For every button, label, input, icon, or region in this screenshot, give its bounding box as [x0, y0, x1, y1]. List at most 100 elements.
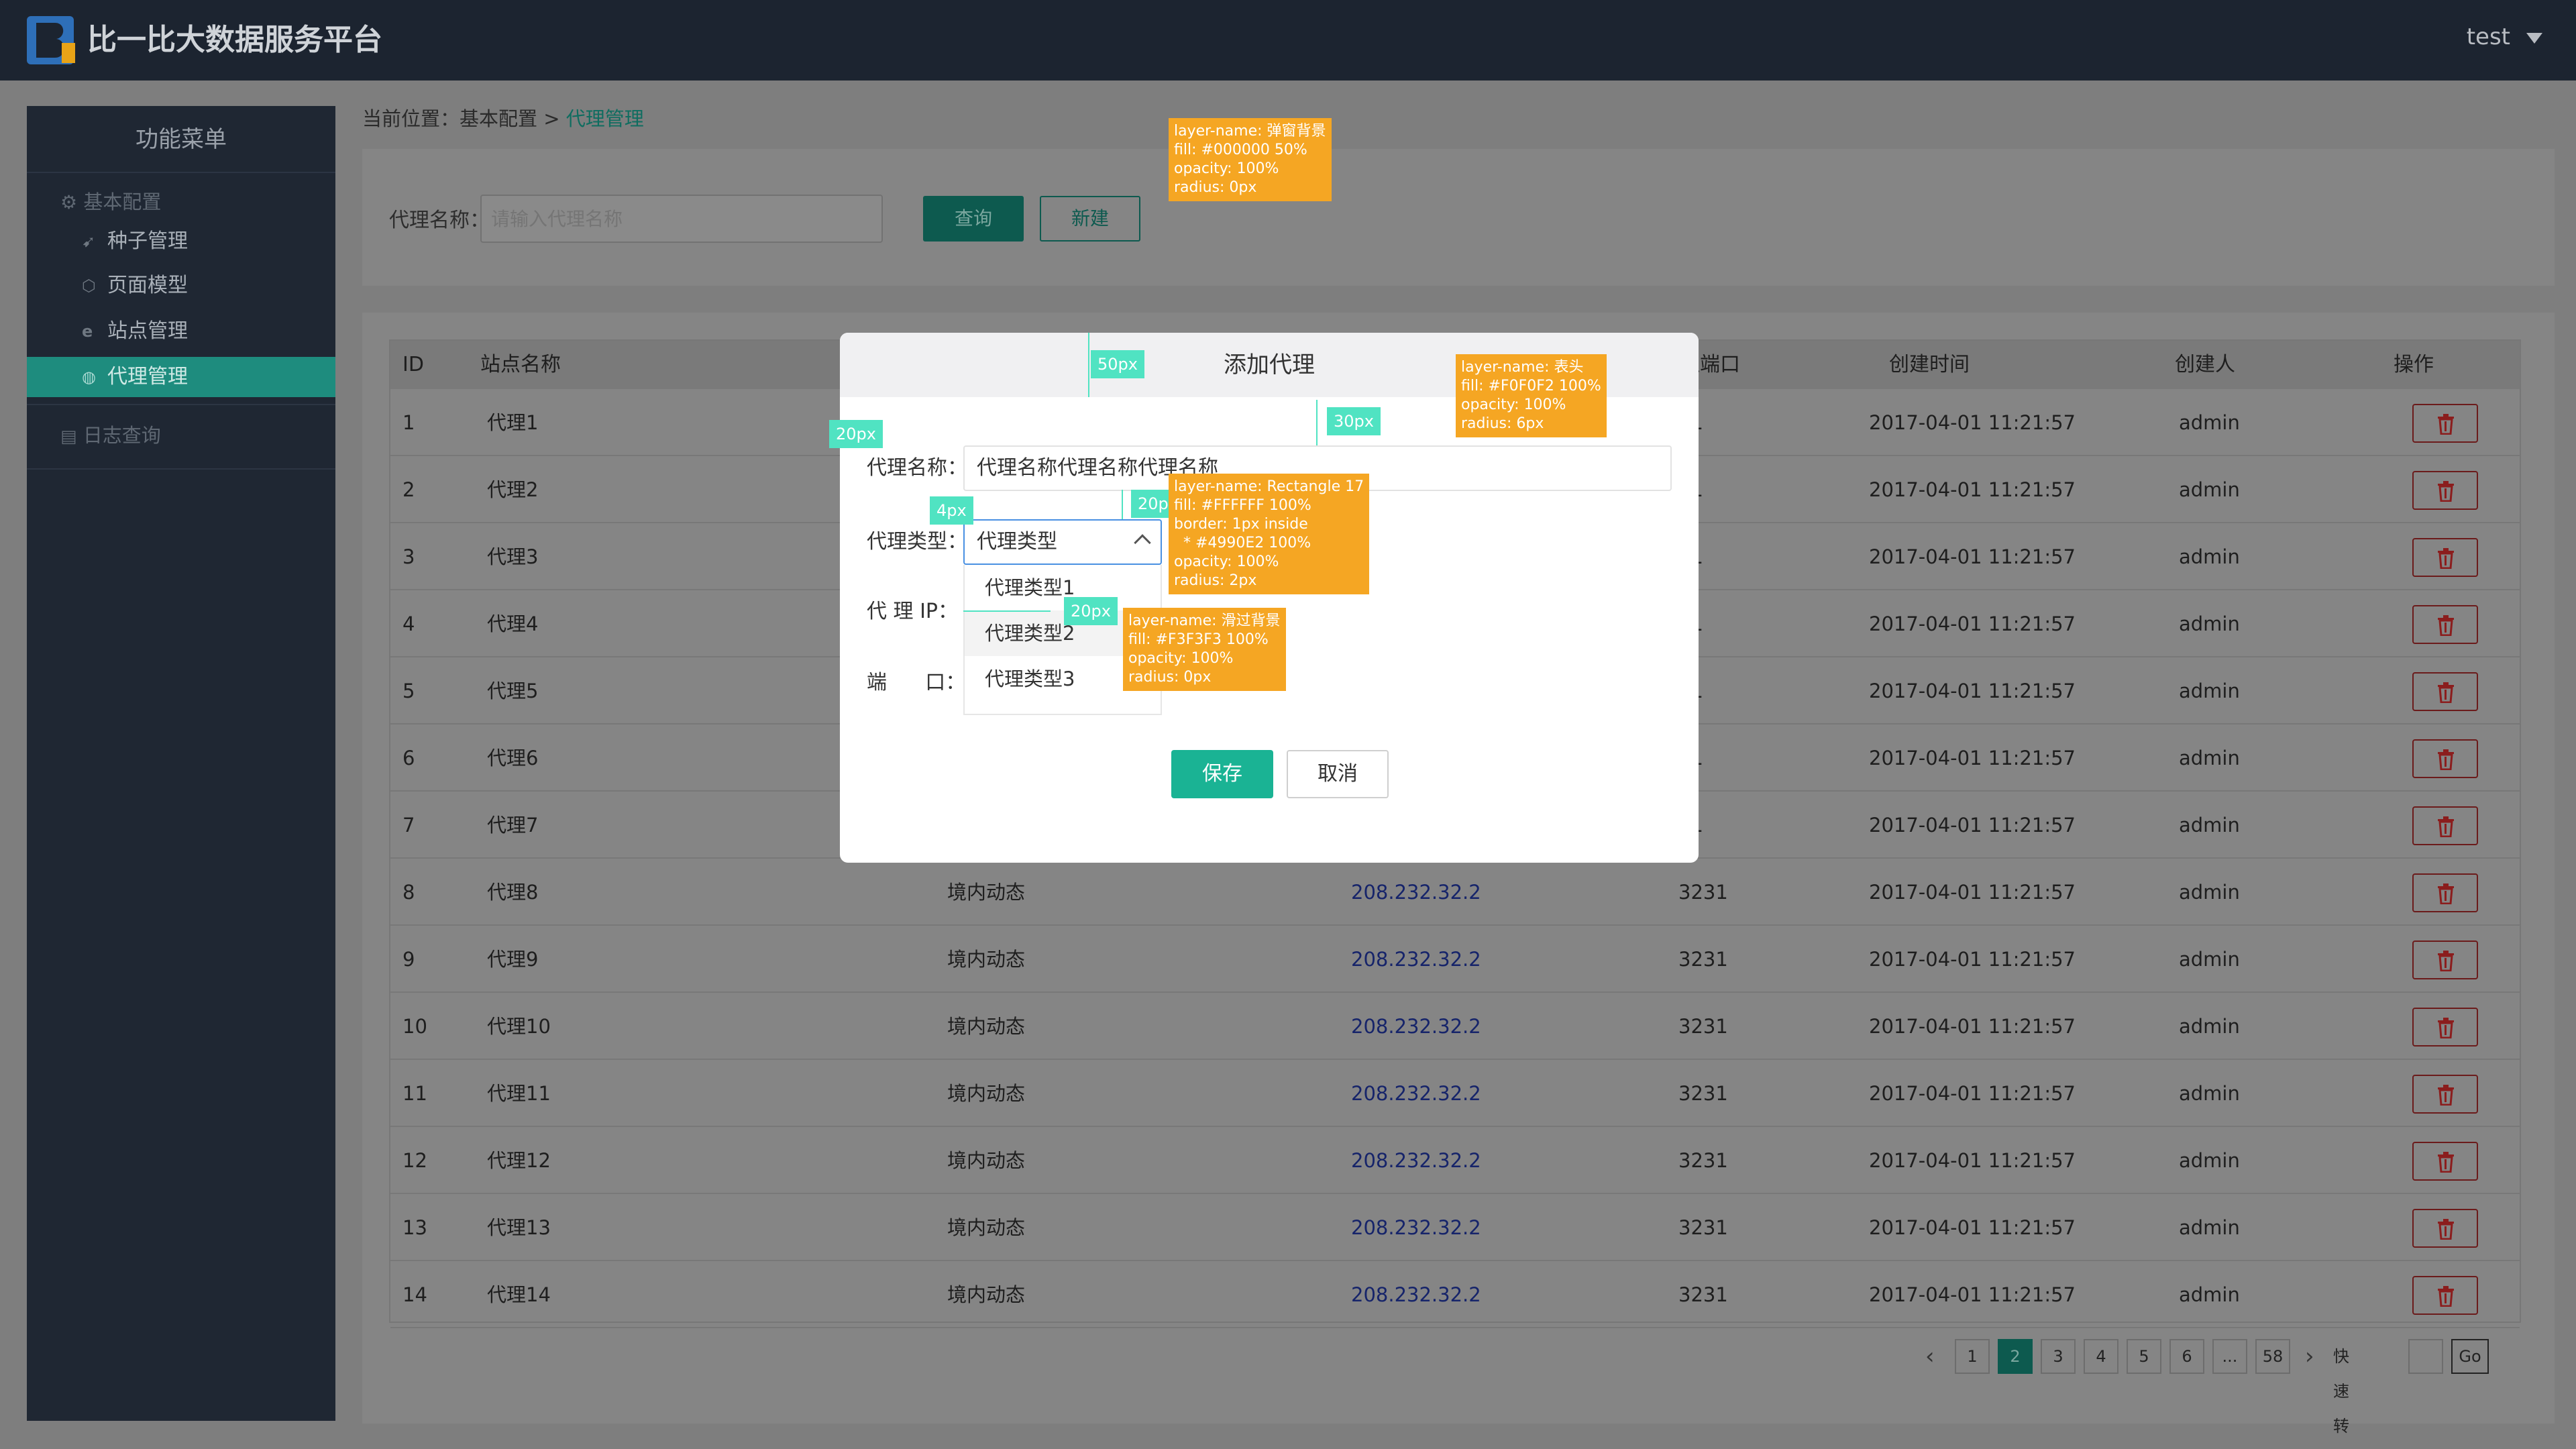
cell-proxy-name: 代理8 — [487, 881, 539, 904]
delete-button[interactable] — [2412, 538, 2478, 577]
cell-id: 14 — [402, 1283, 427, 1306]
page-button[interactable]: 3 — [2041, 1339, 2076, 1374]
cell-created-time: 2017-04-01 11:21:57 — [1869, 1149, 2076, 1172]
cell-id: 6 — [402, 747, 415, 769]
table-row: 8 代理8 境内动态 208.232.32.2 3231 2017-04-01 11:21… — [390, 859, 2520, 926]
cancel-button[interactable]: 取消 — [1287, 750, 1389, 798]
table-row: 11 代理11 境内动态 208.232.32.2 3231 2017-04-01 11:… — [390, 1060, 2520, 1127]
cell-created-time: 2017-04-01 11:21:57 — [1869, 747, 2076, 769]
cell-proxy-type: 境内动态 — [947, 881, 1026, 904]
prev-page-icon[interactable]: ‹ — [1925, 1343, 1935, 1370]
trash-icon — [2438, 548, 2454, 569]
jump-label: 快速转到 — [2333, 1347, 2349, 1436]
delete-button[interactable] — [2412, 941, 2478, 979]
page-button[interactable]: 4 — [2084, 1339, 2118, 1374]
caret-down-icon — [2526, 32, 2542, 44]
proxy-ip-label: 代 理 IP： — [867, 600, 959, 623]
delete-button[interactable] — [2412, 873, 2478, 912]
cell-creator: admin — [2179, 948, 2240, 971]
delete-button[interactable] — [2412, 404, 2478, 443]
proxy-name-search-input[interactable] — [480, 195, 883, 243]
app-logo — [27, 16, 75, 64]
sidebar-item-page-model[interactable]: ⬡ 页面模型 — [27, 266, 335, 306]
sidebar-item-label: 种子管理 — [107, 229, 188, 253]
delete-button[interactable] — [2412, 1075, 2478, 1114]
cell-proxy-ip[interactable]: 208.232.32.2 — [1351, 859, 1481, 926]
sidebar-item-site[interactable]: e 站点管理 — [27, 311, 335, 352]
page-button[interactable]: 5 — [2127, 1339, 2161, 1374]
delete-button[interactable] — [2412, 1276, 2478, 1315]
cell-created-time: 2017-04-01 11:21:57 — [1869, 881, 2076, 904]
cell-created-time: 2017-04-01 11:21:57 — [1869, 545, 2076, 568]
gear-icon: ⚙ — [60, 191, 78, 213]
proxy-type-label: 代理类型： — [867, 530, 967, 553]
delete-button[interactable] — [2412, 471, 2478, 510]
page-button[interactable]: 6 — [2169, 1339, 2204, 1374]
cell-proxy-ip[interactable]: 208.232.32.2 — [1351, 1060, 1481, 1127]
new-button[interactable]: 新建 — [1040, 196, 1140, 241]
table-row: 9 代理9 境内动态 208.232.32.2 3231 2017-04-01 11:21… — [390, 926, 2520, 993]
delete-button[interactable] — [2412, 806, 2478, 845]
sidebar-group-basic-config[interactable]: ⚙ 基本配置 — [60, 185, 161, 219]
proxy-type-value: 代理类型 — [977, 530, 1057, 553]
delete-button[interactable] — [2412, 1142, 2478, 1181]
cell-proxy-type: 境内动态 — [947, 1149, 1026, 1172]
cell-proxy-ip[interactable]: 208.232.32.2 — [1351, 1194, 1481, 1261]
leaf-icon: ➹ — [82, 232, 96, 251]
chevron-up-icon — [1134, 534, 1151, 551]
sidebar-item-label: 代理管理 — [107, 365, 188, 388]
page-button[interactable]: 58 — [2255, 1339, 2290, 1374]
jump-page-input[interactable] — [2408, 1339, 2443, 1374]
sidebar-item-label: 页面模型 — [107, 274, 188, 297]
next-page-icon[interactable]: › — [2305, 1343, 2314, 1370]
go-button[interactable]: Go — [2451, 1339, 2489, 1374]
sidebar-group-logs[interactable]: ▤ 日志查询 — [60, 419, 161, 452]
globe-e-icon: e — [82, 322, 93, 341]
query-button[interactable]: 查询 — [923, 196, 1024, 241]
breadcrumb-current[interactable]: 代理管理 — [566, 107, 644, 130]
delete-button[interactable] — [2412, 1008, 2478, 1046]
sidebar-item-proxy[interactable]: ◍ 代理管理 — [27, 357, 335, 397]
proxy-port-label: 端 口： — [867, 671, 966, 694]
cell-proxy-name: 代理7 — [487, 814, 539, 837]
cell-proxy-ip[interactable]: 208.232.32.2 — [1351, 1261, 1481, 1328]
cell-created-time: 2017-04-01 11:21:57 — [1869, 478, 2076, 501]
cell-creator: admin — [2179, 545, 2240, 568]
cell-creator: admin — [2179, 1283, 2240, 1306]
user-menu[interactable]: test — [2467, 20, 2542, 54]
cell-creator: admin — [2179, 1015, 2240, 1038]
measure-line — [963, 610, 1051, 612]
save-button[interactable]: 保存 — [1171, 750, 1273, 798]
proxy-type-select[interactable]: 代理类型 — [963, 519, 1162, 565]
page-button[interactable]: 2 — [1998, 1339, 2033, 1374]
top-bar: 比一比大数据服务平台 test — [0, 0, 2576, 80]
measure-line — [1316, 400, 1318, 445]
trash-icon — [2438, 883, 2454, 904]
cell-created-time: 2017-04-01 11:21:57 — [1869, 814, 2076, 837]
breadcrumb-prefix: 当前位置：基本配置 > — [362, 107, 566, 130]
trash-icon — [2438, 1018, 2454, 1038]
cell-proxy-ip[interactable]: 208.232.32.2 — [1351, 926, 1481, 993]
delete-button[interactable] — [2412, 605, 2478, 644]
measure-tag-30: 30px — [1327, 407, 1381, 435]
cell-creator: admin — [2179, 747, 2240, 769]
dropdown-option[interactable]: 代理类型1 — [965, 565, 1161, 610]
col-id: ID — [402, 353, 424, 376]
col-creator: 创建人 — [2175, 353, 2235, 376]
delete-button[interactable] — [2412, 1209, 2478, 1248]
col-created: 创建时间 — [1889, 353, 1970, 376]
sidebar-item-seed[interactable]: ➹ 种子管理 — [27, 221, 335, 262]
sidebar-item-label: 站点管理 — [107, 319, 188, 343]
cell-port: 3231 — [1678, 1015, 1728, 1038]
cell-proxy-ip[interactable]: 208.232.32.2 — [1351, 1127, 1481, 1194]
delete-button[interactable] — [2412, 672, 2478, 711]
col-site: 站点名称 — [480, 353, 561, 376]
page-ellipsis[interactable]: ... — [2212, 1339, 2247, 1374]
cell-proxy-ip[interactable]: 208.232.32.2 — [1351, 993, 1481, 1060]
delete-button[interactable] — [2412, 739, 2478, 778]
proxy-name-label: 代理名称： — [867, 456, 967, 480]
cell-created-time: 2017-04-01 11:21:57 — [1869, 948, 2076, 971]
cell-proxy-type: 境内动态 — [947, 1283, 1026, 1306]
page-button[interactable]: 1 — [1955, 1339, 1990, 1374]
cell-proxy-name: 代理11 — [487, 1082, 551, 1105]
